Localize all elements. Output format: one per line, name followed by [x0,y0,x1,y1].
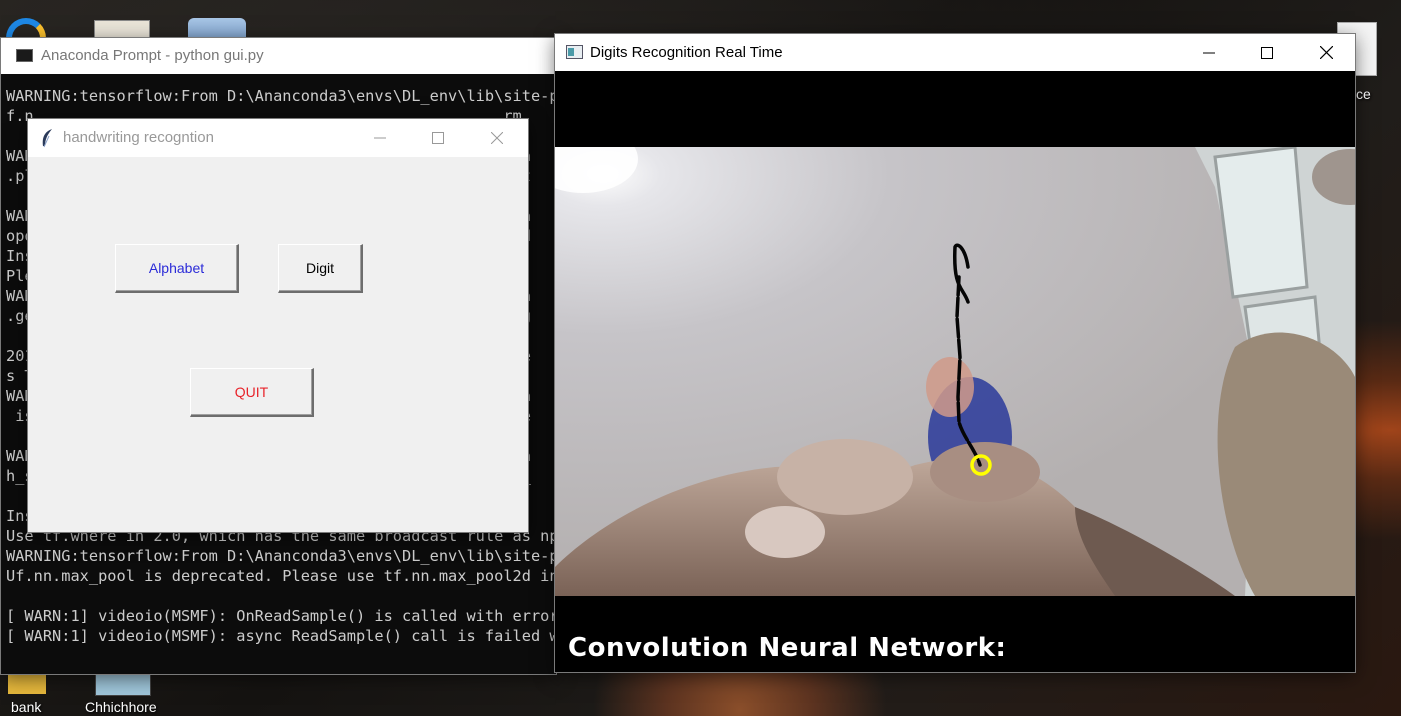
digit-button[interactable]: Digit [278,244,363,293]
model-caption: Convolution Neural Network: [568,633,1007,663]
desktop-label-chhichhore: Chhichhore [85,699,157,715]
video-file-icon [95,672,151,696]
handwriting-content: Alphabet Digit QUIT [28,157,528,532]
camera-view: Convolution Neural Network: [555,71,1355,672]
handwriting-titlebar[interactable]: handwriting recogntion [28,119,528,157]
terminal-line: Uf.nn.max_pool is deprecated. Please use… [6,567,556,585]
alphabet-button-label: Alphabet [148,260,205,276]
window-app-icon [566,45,583,64]
terminal-line: WARNING:tensorflow:From D:\Ananconda3\en… [6,547,556,565]
terminal-titlebar[interactable]: Anaconda Prompt - python gui.py [1,38,556,74]
handwriting-title: handwriting recogntion [63,129,214,146]
terminal-app-icon [16,49,33,62]
terminal-line: WARNING:tensorflow:From D:\Ananconda3\en… [6,87,556,105]
close-icon [491,132,503,144]
cv-close-button[interactable] [1303,34,1349,71]
feather-icon [40,128,54,153]
maximize-icon [432,132,444,144]
digit-button-label: Digit [305,260,334,276]
desktop-icon-chhichhore[interactable] [95,672,151,696]
minimize-icon [1203,52,1215,53]
digits-titlebar[interactable]: Digits Recognition Real Time [555,34,1355,71]
desktop-label-bank: bank [11,699,42,715]
cv-minimize-button[interactable] [1186,34,1232,71]
terminal-line: [ WARN:1] videoio(MSMF): OnReadSample() … [6,607,556,625]
webcam-frame [555,147,1355,596]
digits-recognition-window[interactable]: Digits Recognition Real Time Convolution… [555,34,1355,672]
quit-button[interactable]: QUIT [190,368,314,417]
close-icon [1319,46,1333,59]
maximize-icon [1261,46,1273,59]
alphabet-button[interactable]: Alphabet [115,244,239,293]
webcam-image [555,147,1355,596]
terminal-title: Anaconda Prompt - python gui.py [41,47,264,64]
minimize-icon [374,137,386,139]
desktop-label-ce: ce [1356,86,1371,102]
close-button[interactable] [474,119,520,157]
handwriting-window[interactable]: handwriting recogntion Alphabet Digit QU… [28,119,528,532]
minimize-button[interactable] [357,119,403,157]
digits-title: Digits Recognition Real Time [590,44,783,61]
quit-button-label: QUIT [234,384,269,400]
maximize-button[interactable] [415,119,461,157]
cv-maximize-button[interactable] [1244,34,1290,71]
terminal-line: [ WARN:1] videoio(MSMF): async ReadSampl… [6,627,556,645]
